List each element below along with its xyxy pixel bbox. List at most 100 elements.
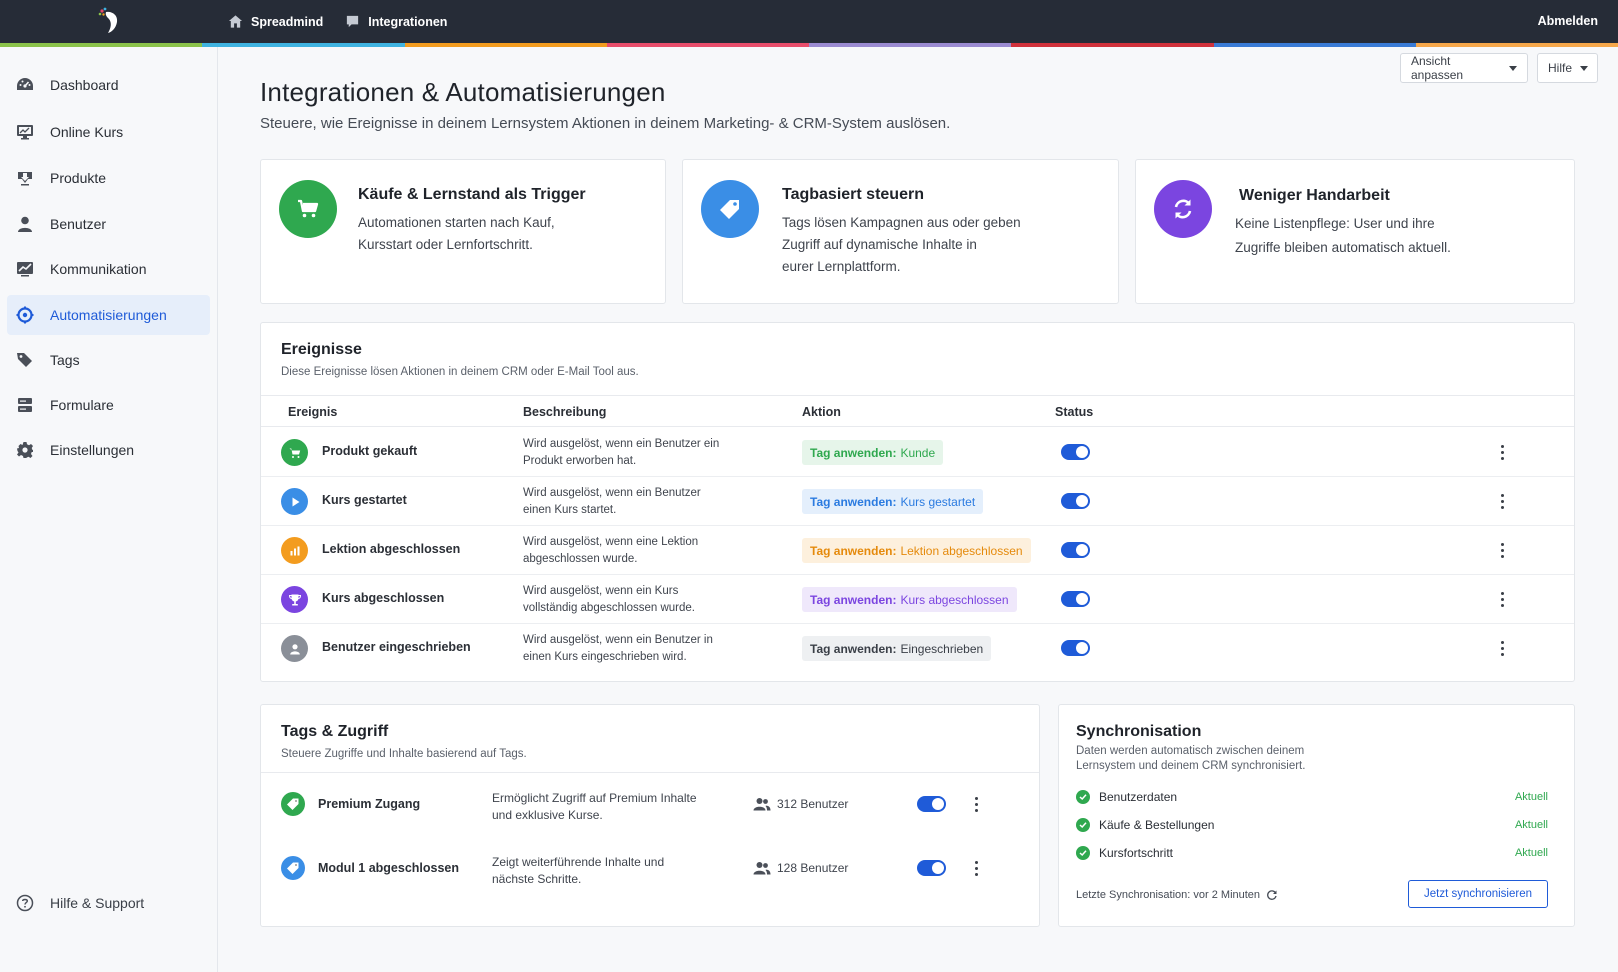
user-count-label: 312 Benutzer [777,797,849,811]
more-options-icon[interactable] [969,858,983,878]
column-header: Status [1055,405,1094,419]
sidebar-item-label: Online Kurs [50,124,124,140]
event-description-line: Wird ausgelöst, wenn ein Kurs [523,585,679,597]
sidebar-item-benutzer[interactable]: Benutzer [7,204,210,244]
status-toggle[interactable] [1061,493,1090,509]
sync-item-label: Kursfortschritt [1099,846,1174,860]
status-toggle[interactable] [1061,444,1090,460]
sidebar-item-label: Automatisierungen [50,307,167,323]
section-title: Ereignisse [281,341,362,358]
event-description-line: vollständig abgeschlossen wurde. [523,602,695,614]
feature-text: Tags lösen Kampagnen aus oder geben [782,215,1021,230]
action-prefix: Tag anwenden: [810,445,897,460]
users-icon [753,798,771,811]
tags-list: Premium Zugang Ermöglicht Zugriff auf Pre… [261,773,1039,923]
sidebar-item-label: Produkte [50,170,107,186]
logout-link[interactable]: Abmelden [1538,14,1598,28]
action-prefix: Tag anwenden: [810,641,897,656]
sidebar-item-kommunikation[interactable]: Kommunikation [7,249,210,289]
table-row: Kurs abgeschlossen Wird ausgelöst, wenn e… [261,574,1574,624]
tag-name: Premium Zugang [318,797,421,811]
tag-icon [281,792,305,816]
event-description: Wird ausgelöst, wenn ein Benutzer in eine… [523,632,763,666]
view-customize-label: Ansicht anpassen [1411,54,1464,82]
monitor-icon [17,125,33,140]
sync-now-button[interactable]: Jetzt synchronisieren [1408,880,1548,908]
status-toggle[interactable] [1061,542,1090,558]
last-sync-info: Letzte Synchronisation: vor 2 Minuten [1076,889,1278,901]
sync-icon [1154,180,1212,238]
more-options-icon[interactable] [969,794,983,814]
sidebar-item-dashboard[interactable]: Dashboard [7,65,210,105]
action-value: Lektion abgeschlossen [900,543,1023,558]
topnav-label: Integrationen [368,14,448,29]
event-description-line: Produkt erworben hat. [523,455,637,467]
help-dropdown[interactable]: Hilfe [1537,53,1598,83]
action-prefix: Tag anwenden: [810,592,897,607]
chart-icon [17,262,33,277]
check-icon [1076,790,1090,804]
form-icon [18,398,32,412]
topnav-label: Spreadmind [251,14,324,29]
trophy-icon [281,586,308,613]
event-description: Wird ausgelöst, wenn ein Benutzer einen K… [523,485,763,519]
play-icon [281,488,308,515]
feature-text: Zugriff auf dynamische Inhalte in [782,237,977,252]
action-badge: Tag anwenden: Kurs abgeschlossen [802,587,1017,612]
tag-description: Zeigt weiterführende Inhalte und nächste … [492,854,732,888]
sidebar: Dashboard Online Kurs Produkte Benutzer … [0,47,218,972]
more-options-icon[interactable] [1495,540,1509,560]
more-options-icon[interactable] [1495,589,1509,609]
tag-description-line: Ermöglicht Zugriff auf Premium Inhalte [492,791,697,805]
more-options-icon[interactable] [1495,491,1509,511]
events-section: Ereignisse Diese Ereignisse lösen Aktion… [260,322,1575,682]
refresh-icon[interactable] [1266,889,1278,901]
view-customize-dropdown[interactable]: Ansicht anpassen [1400,53,1528,83]
sidebar-item-automatisierungen[interactable]: Automatisierungen [7,295,210,335]
user-icon [281,635,308,662]
action-badge: Tag anwenden: Lektion abgeschlossen [802,538,1031,563]
action-prefix: Tag anwenden: [810,543,897,558]
sidebar-item-label: Einstellungen [50,442,135,458]
event-description-line: Wird ausgelöst, wenn ein Benutzer ein [523,438,720,450]
tag-description-line: nächste Schritte. [492,872,582,886]
event-name: Kurs abgeschlossen [322,591,445,605]
users-icon [753,862,771,875]
tag-description: Ermöglicht Zugriff auf Premium Inhalte un… [492,790,732,824]
last-sync-text: Letzte Synchronisation: vor 2 Minuten [1076,889,1261,901]
access-toggle[interactable] [917,860,946,876]
sidebar-item-tags[interactable]: Tags [7,340,210,380]
feature-card-triggers: Käufe & Lernstand als Trigger Automation… [260,159,666,304]
action-value: Kurs gestartet [900,494,976,509]
action-value: Kurs abgeschlossen [900,592,1009,607]
sidebar-item-formulare[interactable]: Formulare [7,385,210,425]
event-name: Benutzer eingeschrieben [322,640,471,654]
check-icon [1076,818,1090,832]
list-item: Modul 1 abgeschlossen Zeigt weiterführend… [261,837,1039,901]
topnav-integrationen[interactable]: Integrationen [345,14,447,29]
user-count: 128 Benutzer [753,861,848,875]
sidebar-item-label: Benutzer [50,216,107,232]
sidebar-item-produkte[interactable]: Produkte [7,158,210,198]
status-toggle[interactable] [1061,640,1090,656]
topnav-spreadmind[interactable]: Spreadmind [228,14,323,29]
action-value: Eingeschrieben [900,641,984,656]
list-item: Premium Zugang Ermöglicht Zugriff auf Pre… [261,773,1039,837]
app-logo[interactable] [96,6,126,36]
more-options-icon[interactable] [1495,638,1509,658]
sidebar-item-label: Tags [50,352,80,368]
more-options-icon[interactable] [1495,442,1509,462]
sidebar-item-label: Dashboard [50,77,119,93]
sync-item: Käufe & Bestellungen Aktuell [1076,815,1548,835]
action-badge: Tag anwenden: Kunde [802,440,944,465]
page-title: Integrationen & Automatisierungen [260,77,666,107]
tag-description-line: und exklusive Kurse. [492,808,603,822]
sidebar-item-help-support[interactable]: Hilfe & Support [7,883,210,923]
event-description-line: einen Kurs eingeschrieben wird. [523,651,687,663]
sidebar-item-online-kurs[interactable]: Online Kurs [7,112,210,152]
status-toggle[interactable] [1061,591,1090,607]
access-toggle[interactable] [917,796,946,812]
help-dropdown-label: Hilfe [1548,61,1573,75]
sidebar-item-einstellungen[interactable]: Einstellungen [7,430,210,470]
top-bar: Spreadmind Integrationen Abmelden [0,0,1618,43]
